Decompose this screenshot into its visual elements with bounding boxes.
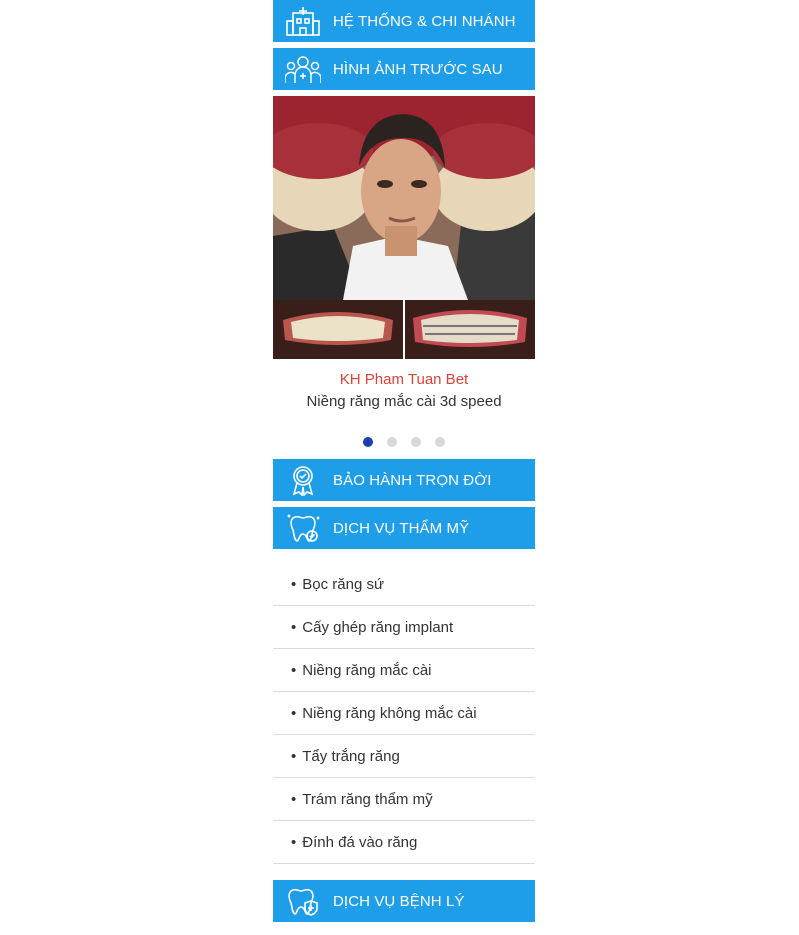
hospital-icon bbox=[273, 0, 333, 42]
cosmetic-services-label: DỊCH VỤ THẨM MỸ bbox=[333, 519, 470, 537]
service-label: Trám răng thẩm mỹ bbox=[302, 790, 433, 808]
service-item[interactable]: • Niềng răng mắc cài bbox=[273, 649, 535, 692]
service-item[interactable]: • Niềng răng không mắc cài bbox=[273, 692, 535, 735]
slider-dots bbox=[273, 437, 535, 447]
customer-name: KH Pham Tuan Bet bbox=[339, 371, 469, 388]
service-label: Tẩy trắng răng bbox=[302, 747, 400, 765]
slider-dot[interactable] bbox=[411, 437, 421, 447]
doctors-icon bbox=[273, 48, 333, 90]
service-label: Niềng răng mắc cài bbox=[302, 661, 432, 679]
cosmetic-services-header[interactable]: DỊCH VỤ THẨM MỸ bbox=[273, 507, 535, 549]
service-item[interactable]: • Đính đá vào răng bbox=[273, 821, 535, 864]
treatment-description: Niềng răng mắc cài 3d speed bbox=[306, 393, 502, 410]
pathology-services-label: DỊCH VỤ BỆNH LÝ bbox=[333, 892, 465, 910]
warranty-header[interactable]: BẢO HÀNH TRỌN ĐỜI bbox=[273, 459, 535, 501]
service-label: Niềng răng không mắc cài bbox=[302, 704, 477, 722]
teeth-before-photo bbox=[273, 300, 403, 359]
pathology-services-header[interactable]: DỊCH VỤ BỆNH LÝ bbox=[273, 880, 535, 922]
service-item[interactable]: • Tẩy trắng răng bbox=[273, 735, 535, 778]
warranty-label: BẢO HÀNH TRỌN ĐỜI bbox=[333, 471, 492, 489]
system-branches-label: HỆ THỐNG & CHI NHÁNH bbox=[333, 12, 516, 30]
badge-check-icon bbox=[273, 459, 333, 501]
slider-dot[interactable] bbox=[435, 437, 445, 447]
tooth-sparkle-icon bbox=[273, 507, 333, 549]
service-list: • Bọc răng sứ • Cấy ghép răng implant • Niề… bbox=[273, 563, 535, 864]
service-item[interactable]: • Trám răng thẩm mỹ bbox=[273, 778, 535, 821]
before-after-label: HÌNH ẢNH TRƯỚC SAU bbox=[333, 60, 503, 78]
slider-dot[interactable] bbox=[387, 437, 397, 447]
customer-face-photo bbox=[273, 96, 535, 300]
service-label: Bọc răng sứ bbox=[302, 575, 385, 593]
service-label: Đính đá vào răng bbox=[302, 833, 418, 851]
before-after-header[interactable]: HÌNH ẢNH TRƯỚC SAU bbox=[273, 48, 535, 90]
before-after-image[interactable] bbox=[273, 96, 535, 359]
service-item[interactable]: • Cấy ghép răng implant bbox=[273, 606, 535, 649]
slider-dot[interactable] bbox=[363, 437, 373, 447]
service-label: Cấy ghép răng implant bbox=[302, 618, 454, 636]
tooth-shield-icon bbox=[273, 880, 333, 922]
teeth-after-photo bbox=[405, 300, 535, 359]
service-item[interactable]: • Bọc răng sứ bbox=[273, 563, 535, 606]
system-branches-header[interactable]: HỆ THỐNG & CHI NHÁNH bbox=[273, 0, 535, 42]
